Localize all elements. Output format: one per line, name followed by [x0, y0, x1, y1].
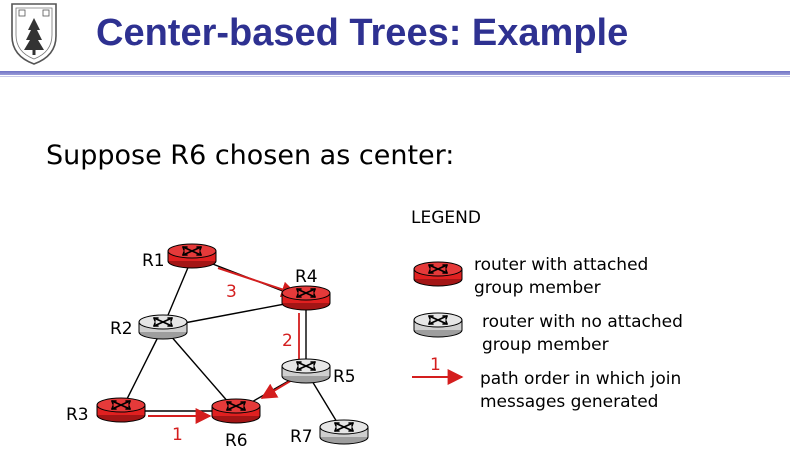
router-r6 — [211, 398, 261, 424]
legend-member-router-icon — [413, 261, 463, 287]
router-r7 — [319, 419, 369, 445]
router-label-r7: R7 — [290, 427, 313, 447]
join-arrow-2-head — [260, 379, 293, 399]
router-r4 — [281, 285, 331, 311]
router-label-r5: R5 — [333, 367, 356, 387]
router-r3 — [96, 397, 146, 423]
router-label-r2: R2 — [110, 319, 133, 339]
link-r2-r6 — [162, 326, 237, 412]
join-order-2: 2 — [282, 331, 293, 351]
router-label-r4: R4 — [295, 267, 318, 287]
router-r1 — [167, 243, 217, 269]
router-label-r6: R6 — [225, 431, 248, 451]
legend-nonmember-router-icon — [413, 312, 463, 338]
router-label-r1: R1 — [142, 251, 165, 271]
join-paths — [148, 267, 300, 424]
router-r5 — [281, 358, 331, 384]
join-order-3: 3 — [226, 282, 237, 302]
network-diagram: 3 2 1 R1 R2 R3 R4 R5 R6 R7 1 — [66, 243, 464, 451]
router-r2 — [138, 314, 188, 340]
legend-path-number: 1 — [430, 355, 441, 375]
join-order-1: 1 — [172, 425, 183, 445]
router-label-r3: R3 — [66, 405, 89, 425]
